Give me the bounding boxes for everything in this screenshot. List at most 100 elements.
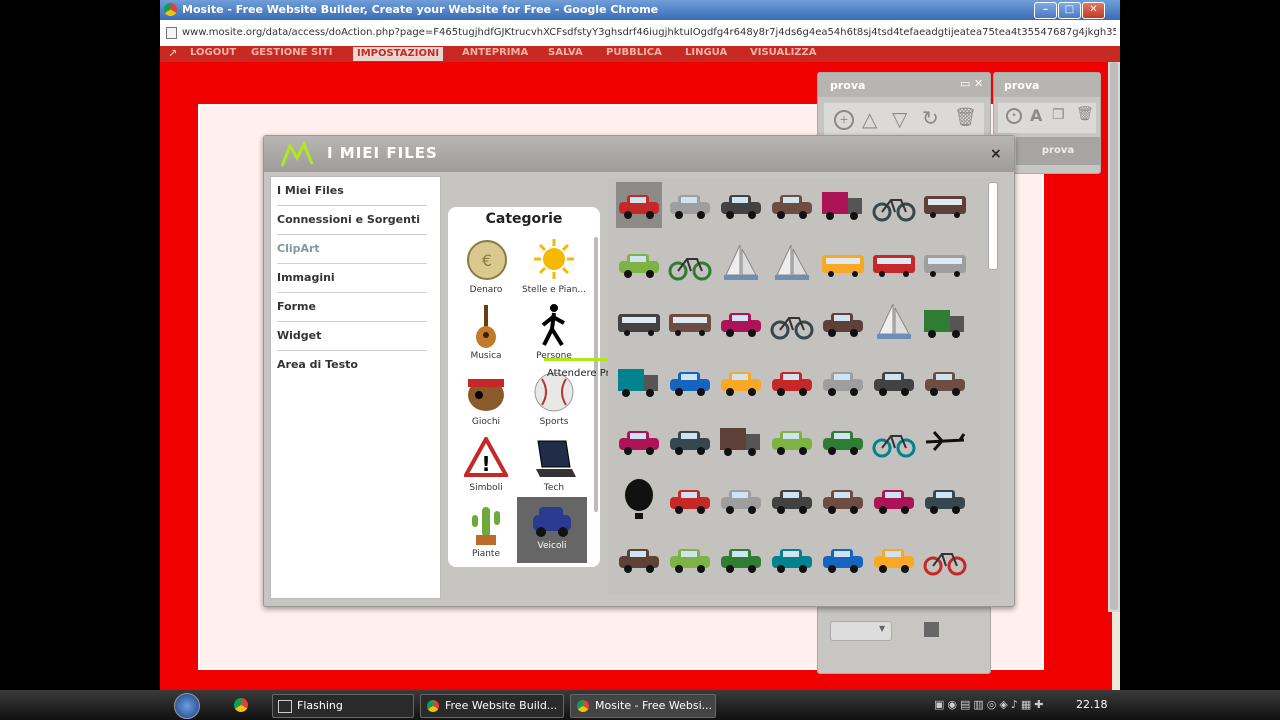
scrollbar-thumb[interactable] — [1110, 62, 1118, 610]
yellow-buggy-clipart[interactable] — [769, 477, 815, 523]
pickup-clipart[interactable] — [667, 477, 713, 523]
nav-pubblica[interactable]: PUBBLICA — [606, 47, 662, 58]
airplane-clipart[interactable] — [922, 418, 968, 464]
green-car-clipart[interactable] — [922, 477, 968, 523]
system-tray-icons[interactable]: ▣◉▤▥◎◈♪▦✚ — [934, 698, 1046, 711]
category-tech[interactable]: Tech — [520, 435, 588, 499]
convertible-clipart[interactable] — [616, 536, 662, 582]
humvee-clipart[interactable] — [616, 418, 662, 464]
address-bar[interactable]: www.mosite.org/data/access/doAction.php?… — [160, 20, 1120, 47]
task-mosite[interactable]: Mosite - Free Websi... — [570, 694, 716, 718]
copy-icon[interactable]: ❐ — [1052, 107, 1065, 123]
panel-select[interactable]: ▼ — [830, 621, 892, 641]
nav-impostazioni[interactable]: IMPOSTAZIONI — [353, 47, 444, 61]
panel-minimize-icon[interactable]: ▭ — [960, 77, 970, 90]
jeep-clipart[interactable] — [718, 182, 764, 228]
sailboat-clipart[interactable] — [718, 241, 764, 287]
nav-connessioni[interactable]: Connessioni e Sorgenti — [277, 206, 427, 235]
sailboat-small-clipart[interactable] — [769, 241, 815, 287]
jeep-black-clipart[interactable] — [667, 359, 713, 405]
nav-immagini[interactable]: Immagini — [277, 264, 427, 293]
outline-car-clipart[interactable] — [820, 477, 866, 523]
bicycle-clipart[interactable] — [667, 241, 713, 287]
nav-visualizza[interactable]: VISUALIZZA — [750, 47, 817, 58]
formula-car-clipart[interactable] — [667, 536, 713, 582]
nav-salva[interactable]: SALVA — [548, 47, 583, 58]
trash-icon[interactable]: 🗑 — [1076, 106, 1094, 122]
category-simboli[interactable]: ! Simboli — [452, 435, 520, 499]
trash-icon[interactable]: 🗑 — [954, 107, 977, 128]
nav-forme[interactable]: Forme — [277, 293, 427, 322]
sedan-red-clipart[interactable] — [820, 300, 866, 346]
category-veicoli[interactable]: Veicoli — [517, 497, 587, 563]
nav-i-miei-files[interactable]: I Miei Files — [277, 177, 427, 206]
ambulance-clipart[interactable] — [769, 182, 815, 228]
refresh-icon[interactable]: ↻ — [922, 106, 939, 130]
close-window-button[interactable]: ✕ — [1082, 2, 1105, 19]
tow-truck-clipart[interactable] — [820, 182, 866, 228]
bus-outline-clipart[interactable] — [667, 300, 713, 346]
white-car-clipart[interactable] — [871, 359, 917, 405]
nav-widget[interactable]: Widget — [277, 322, 427, 351]
maximize-button[interactable]: □ — [1058, 2, 1081, 19]
limo-clipart[interactable] — [718, 359, 764, 405]
red-truck-clipart[interactable] — [922, 300, 968, 346]
move-down-icon[interactable]: ▽ — [892, 107, 907, 131]
prova-item[interactable]: prova — [1016, 137, 1100, 165]
teal-car-clipart[interactable] — [718, 477, 764, 523]
page-scrollbar[interactable] — [1108, 62, 1120, 612]
white-bus-clipart[interactable] — [871, 241, 917, 287]
nav-logout[interactable]: LOGOUT — [190, 47, 236, 58]
nav-area-di-testo[interactable]: Area di Testo — [277, 351, 427, 379]
category-giochi[interactable]: Giochi — [452, 369, 520, 433]
category-piante[interactable]: Piante — [452, 501, 520, 565]
green-jeep-clipart[interactable] — [769, 418, 815, 464]
red-jeep-clipart[interactable] — [718, 536, 764, 582]
yellow-jeep-clipart[interactable] — [820, 536, 866, 582]
color-swatch[interactable] — [924, 622, 939, 637]
red-bus-clipart[interactable] — [820, 241, 866, 287]
blue-truck-clipart[interactable] — [616, 359, 662, 405]
task-free-website-builder[interactable]: Free Website Build... — [420, 694, 564, 718]
military-truck-clipart[interactable] — [718, 418, 764, 464]
army-jeep-clipart[interactable] — [922, 359, 968, 405]
move-up-icon[interactable]: △ — [862, 107, 877, 131]
nav-anteprima[interactable]: ANTEPRIMA — [462, 47, 528, 58]
rocket-clipart[interactable] — [718, 300, 764, 346]
outline-jeep-clipart[interactable] — [769, 536, 815, 582]
category-musica[interactable]: Musica — [452, 303, 520, 367]
army-jeep-2-clipart[interactable] — [667, 418, 713, 464]
text-icon[interactable]: A — [1030, 106, 1042, 125]
boat-clipart[interactable] — [871, 300, 917, 346]
nav-clipart[interactable]: ClipArt — [277, 235, 427, 264]
coach-bus-clipart[interactable] — [616, 300, 662, 346]
target-icon[interactable]: • — [1006, 108, 1022, 124]
task-flashing[interactable]: Flashing — [272, 694, 414, 718]
minimize-button[interactable]: – — [1034, 2, 1057, 19]
outline-jeep-2-clipart[interactable] — [871, 536, 917, 582]
blue-bus-clipart[interactable] — [922, 241, 968, 287]
flag-car-clipart[interactable] — [667, 182, 713, 228]
racecar-clipart[interactable] — [616, 182, 662, 228]
van-clipart[interactable] — [616, 241, 662, 287]
add-icon[interactable]: + — [834, 110, 854, 130]
chrome-quicklaunch-icon[interactable] — [234, 698, 248, 712]
category-denaro[interactable]: € Denaro — [452, 237, 520, 301]
cyclist-clipart[interactable] — [871, 182, 917, 228]
category-stelle[interactable]: Stelle e Pian... — [520, 237, 588, 301]
chopper-clipart[interactable] — [871, 418, 917, 464]
blue-car-clipart[interactable] — [769, 359, 815, 405]
dialog-close-button[interactable]: × — [990, 146, 1002, 162]
tram-clipart[interactable] — [922, 182, 968, 228]
nav-lingua[interactable]: LINGUA — [685, 47, 727, 58]
blue-motorbike-clipart[interactable] — [922, 536, 968, 582]
panel-close-icon[interactable]: ✕ — [974, 77, 983, 90]
purple-car-clipart[interactable] — [871, 477, 917, 523]
nav-gestione-siti[interactable]: GESTIONE SITI — [251, 47, 332, 58]
police-car-clipart[interactable] — [820, 359, 866, 405]
balloon-clipart[interactable] — [616, 477, 662, 523]
start-button[interactable] — [174, 693, 200, 719]
motorbike-clipart[interactable] — [769, 300, 815, 346]
green-beetle-clipart[interactable] — [820, 418, 866, 464]
clipart-scrollbar[interactable] — [988, 182, 998, 270]
